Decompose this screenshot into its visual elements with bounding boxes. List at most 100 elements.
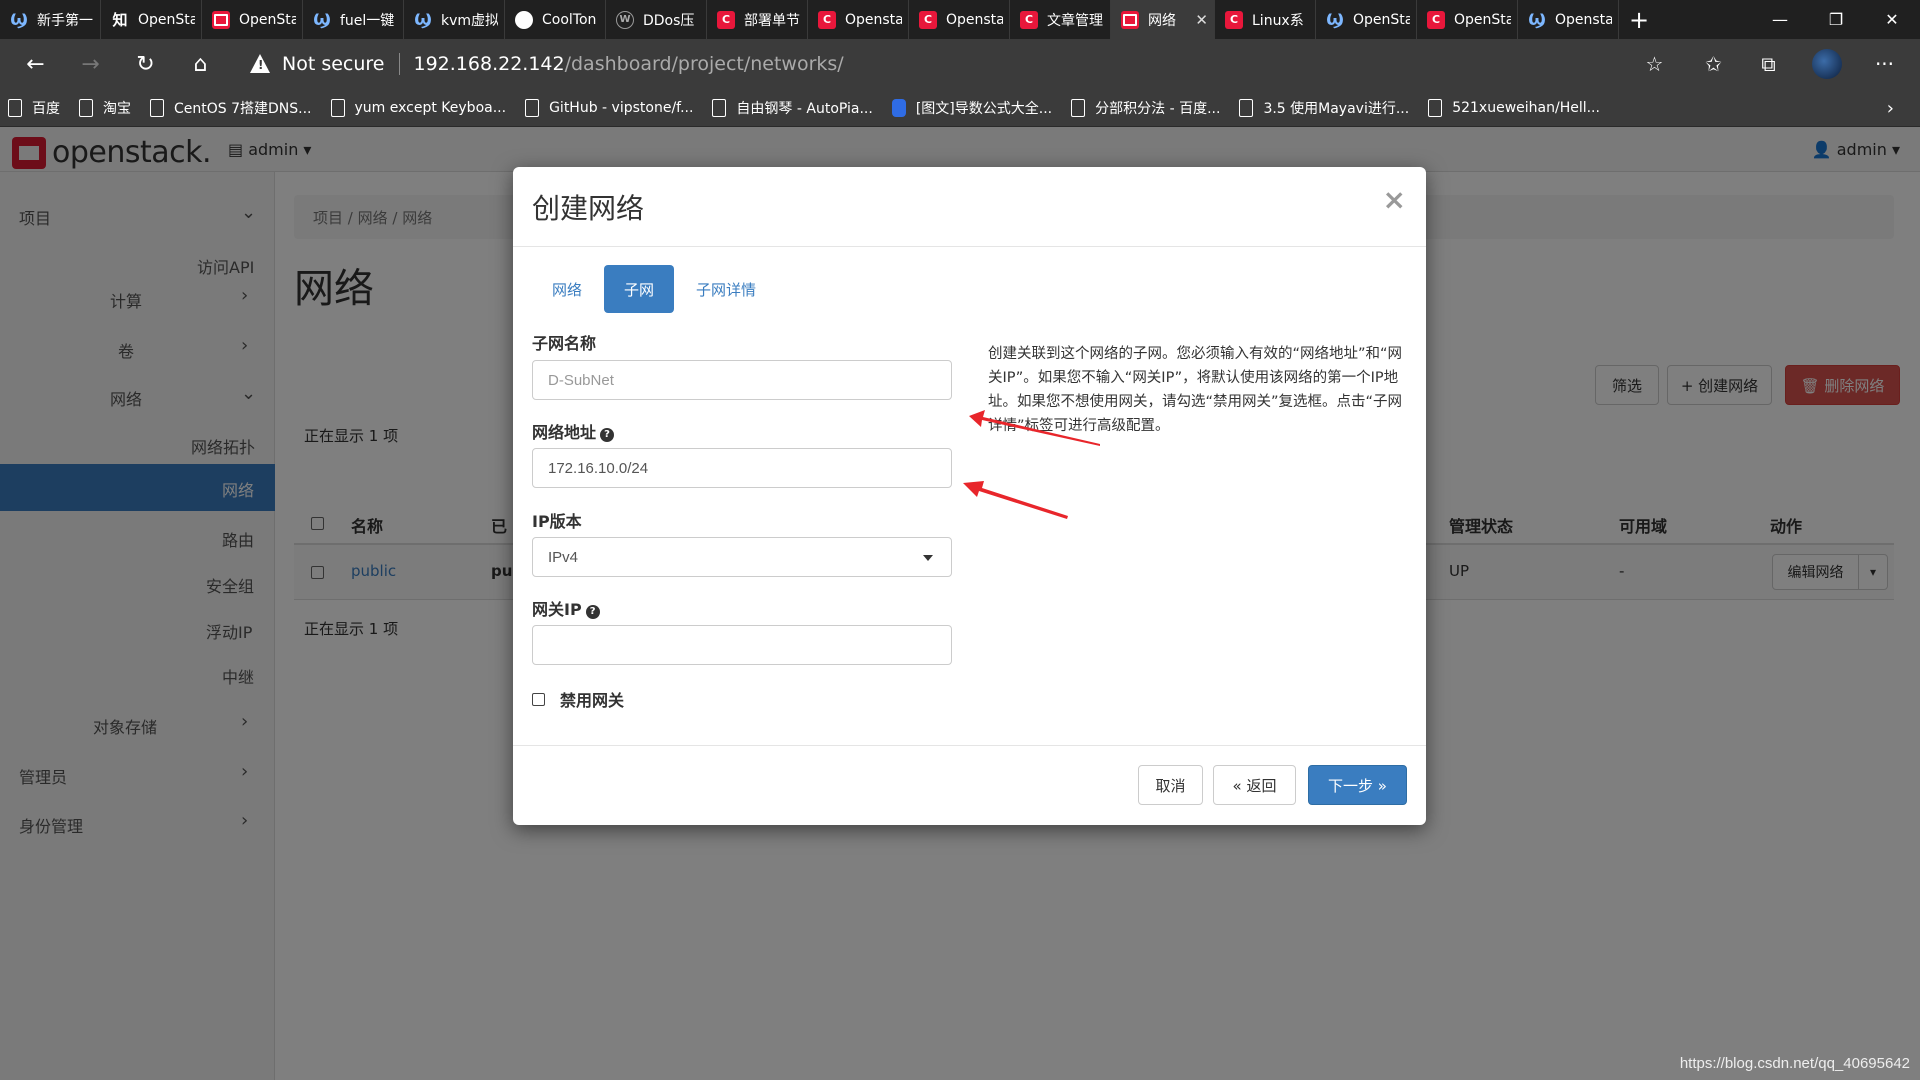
disable-gateway-checkbox[interactable] bbox=[532, 692, 545, 706]
tab-title: 新手第一 bbox=[37, 12, 93, 29]
disable-gateway-row[interactable]: 禁用网关 bbox=[532, 687, 624, 711]
browser-tab[interactable]: C Linux系 bbox=[1215, 0, 1316, 39]
browser-tab[interactable]: Ϣ OpenSta bbox=[1316, 0, 1417, 39]
help-icon[interactable]: ? bbox=[600, 428, 615, 442]
favorite-star-icon[interactable]: ☆ bbox=[1627, 39, 1682, 89]
browser-tab[interactable]: C 文章管理 bbox=[1010, 0, 1111, 39]
tab-close-icon[interactable]: ✕ bbox=[1195, 11, 1208, 29]
favorites-icon[interactable]: ✩ bbox=[1686, 39, 1741, 89]
browser-tab[interactable]: Ϣkvm虚拟 bbox=[404, 0, 505, 39]
bookmark-item[interactable]: yum except Keyboa... bbox=[330, 98, 506, 117]
csdn-icon: C bbox=[919, 10, 937, 29]
bookmark-item[interactable]: 自由钢琴 - AutoPia... bbox=[712, 98, 873, 118]
reload-button[interactable]: ↻ bbox=[118, 39, 173, 89]
watermark: https://blog.csdn.net/qq_40695642 bbox=[1679, 1055, 1910, 1072]
browser-tab-strip: Ϣ 新手第一 知 OpenSta OpenSta Ϣfuel一键 Ϣkvm虚拟 Co… bbox=[0, 0, 1920, 39]
restore-button[interactable]: ❐ bbox=[1808, 0, 1864, 39]
page-icon bbox=[525, 98, 540, 117]
browser-tab[interactable]: C Opensta bbox=[808, 0, 909, 39]
bookmark-item[interactable]: 3.5 使用Mayavi进行... bbox=[1239, 98, 1409, 118]
baidu-icon bbox=[891, 98, 906, 117]
bookmarks-overflow-chevron-icon[interactable]: › bbox=[1887, 89, 1894, 127]
tab-favicon-icon: Ϣ bbox=[1528, 10, 1546, 29]
tab-subnet[interactable]: 子网 bbox=[604, 265, 675, 313]
page-icon bbox=[1239, 98, 1254, 117]
tab-title: OpenSta bbox=[138, 11, 195, 28]
bookmark-label: 百度 bbox=[32, 100, 60, 117]
home-button[interactable]: ⌂ bbox=[173, 39, 228, 89]
back-button[interactable]: ← bbox=[8, 39, 63, 89]
subnet-name-input[interactable]: D-SubNet bbox=[532, 360, 952, 400]
bookmark-item[interactable]: CentOS 7搭建DNS... bbox=[150, 98, 312, 118]
security-label[interactable]: Not secure bbox=[282, 53, 385, 75]
more-menu-icon[interactable]: ··· bbox=[1857, 39, 1912, 89]
bookmark-label: 淘宝 bbox=[103, 100, 131, 117]
ip-version-value: IPv4 bbox=[548, 548, 579, 566]
modal-header: 创建网络 × bbox=[513, 167, 1426, 247]
gateway-ip-label: 网关IP? bbox=[532, 596, 600, 620]
close-icon[interactable]: × bbox=[1383, 183, 1406, 216]
url-host: 192.168.22.142 bbox=[413, 53, 565, 75]
browser-tab-active[interactable]: 网络 ✕ bbox=[1111, 0, 1215, 39]
new-tab-button[interactable]: + bbox=[1619, 0, 1659, 39]
bookmark-item[interactable]: 521xueweihan/Hell... bbox=[1428, 98, 1600, 117]
github-icon bbox=[515, 10, 533, 29]
bookmark-item[interactable]: 淘宝 bbox=[79, 98, 131, 118]
address-bar[interactable]: Not secure 192.168.22.142/dashboard/proj… bbox=[236, 47, 1661, 81]
next-button[interactable]: 下一步 » bbox=[1308, 765, 1407, 805]
bookmarks-bar: 百度 淘宝 CentOS 7搭建DNS... yum except Keyboa… bbox=[0, 89, 1920, 127]
bookmark-item[interactable]: 分部积分法 - 百度... bbox=[1071, 98, 1220, 118]
ip-version-select[interactable]: IPv4 bbox=[532, 537, 952, 577]
page-icon bbox=[1428, 98, 1443, 117]
tab-network[interactable]: 网络 bbox=[532, 265, 602, 313]
browser-tab[interactable]: C OpenSta bbox=[1417, 0, 1518, 39]
gateway-ip-label-text: 网关IP bbox=[532, 600, 582, 619]
wizard-tabs: 网络 子网 子网详情 bbox=[532, 265, 778, 313]
avatar bbox=[1811, 49, 1842, 79]
window-controls: — ❐ ✕ bbox=[1752, 0, 1920, 39]
tab-favicon-icon: Ϣ bbox=[313, 10, 331, 29]
tab-title: 网络 bbox=[1148, 12, 1176, 29]
close-window-button[interactable]: ✕ bbox=[1864, 0, 1920, 39]
profile-avatar[interactable] bbox=[1799, 39, 1854, 89]
bookmark-label: 521xueweihan/Hell... bbox=[1452, 99, 1600, 116]
browser-tab[interactable]: OpenSta bbox=[202, 0, 303, 39]
browser-tab[interactable]: 知 OpenSta bbox=[101, 0, 202, 39]
collections-icon[interactable]: ⧉ bbox=[1741, 39, 1796, 89]
page-icon bbox=[712, 98, 727, 117]
disable-gateway-label[interactable]: 禁用网关 bbox=[560, 687, 624, 711]
bookmark-label: 分部积分法 - 百度... bbox=[1095, 100, 1221, 117]
chevron-down-icon bbox=[923, 555, 933, 561]
network-address-label: 网络地址? bbox=[532, 419, 615, 443]
page-icon bbox=[1071, 98, 1086, 117]
url-path: /dashboard/project/networks/ bbox=[564, 53, 844, 75]
warning-icon[interactable] bbox=[250, 54, 272, 74]
minimize-button[interactable]: — bbox=[1752, 0, 1808, 39]
tab-title: Opensta bbox=[845, 11, 902, 28]
tab-title: OpenSta bbox=[239, 11, 296, 28]
bookmark-item[interactable]: [图文]导数公式大全... bbox=[891, 98, 1052, 118]
browser-tab[interactable]: Ϣ Opensta bbox=[1518, 0, 1619, 39]
browser-tab[interactable]: CoolTon bbox=[505, 0, 606, 39]
tab-title: fuel一键 bbox=[340, 12, 395, 29]
forward-button[interactable]: → bbox=[63, 39, 118, 89]
browser-tab[interactable]: C Opensta bbox=[909, 0, 1010, 39]
browser-tab[interactable]: C 部署单节 bbox=[707, 0, 808, 39]
csdn-icon: C bbox=[1020, 10, 1038, 29]
csdn-icon: C bbox=[818, 10, 836, 29]
browser-tab[interactable]: W DDos压 bbox=[606, 0, 707, 39]
network-address-input[interactable]: 172.16.10.0/24 bbox=[532, 448, 952, 488]
bookmark-label: CentOS 7搭建DNS... bbox=[174, 100, 312, 117]
csdn-icon: C bbox=[717, 10, 735, 29]
tab-subnet-details[interactable]: 子网详情 bbox=[676, 265, 776, 313]
help-icon[interactable]: ? bbox=[585, 605, 600, 619]
cancel-button[interactable]: 取消 bbox=[1138, 765, 1203, 805]
modal-footer: 取消 « 返回 下一步 » bbox=[513, 745, 1426, 825]
bookmark-item[interactable]: GitHub - vipstone/f... bbox=[525, 98, 693, 117]
browser-tab[interactable]: Ϣ 新手第一 bbox=[0, 0, 101, 39]
browser-tab[interactable]: Ϣfuel一键 bbox=[303, 0, 404, 39]
bookmark-item[interactable]: 百度 bbox=[8, 98, 60, 118]
tab-title: Linux系 bbox=[1252, 12, 1304, 29]
gateway-ip-input[interactable] bbox=[532, 625, 952, 665]
back-button-modal[interactable]: « 返回 bbox=[1213, 765, 1296, 805]
